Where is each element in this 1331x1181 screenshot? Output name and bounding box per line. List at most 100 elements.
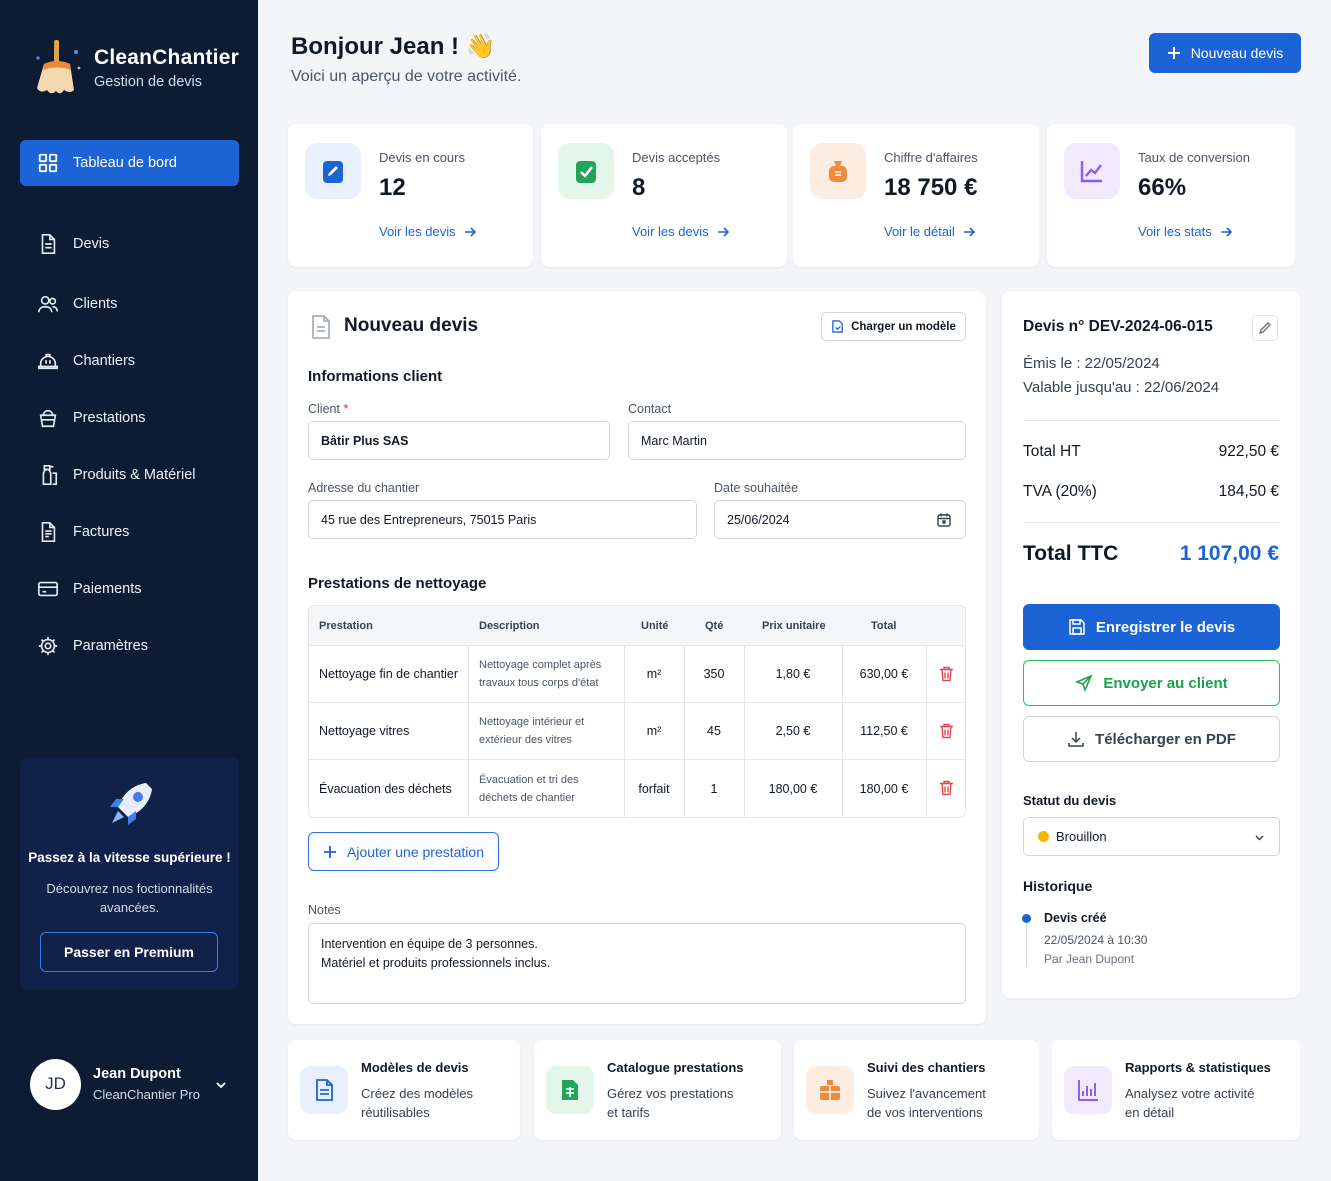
row-price[interactable]: 1,80 €: [744, 646, 842, 702]
feature-templates[interactable]: Modèles de devis Créez des modèles réutil…: [288, 1040, 520, 1140]
brand-name: CleanChantier: [94, 46, 239, 69]
notes-line: Matériel et produits professionnels incl…: [321, 956, 551, 970]
trash-icon[interactable]: [939, 723, 954, 739]
notes-textarea[interactable]: Intervention en équipe de 3 personnes. M…: [308, 923, 966, 1004]
calendar-icon[interactable]: [936, 512, 952, 528]
nav-factures[interactable]: Factures: [20, 512, 239, 552]
nav-chantiers[interactable]: Chantiers: [20, 341, 239, 381]
feature-reports[interactable]: Rapports & statistiques Analysez votre a…: [1052, 1040, 1300, 1140]
row-name[interactable]: Évacuation des déchets: [319, 760, 452, 817]
nav-dashboard[interactable]: Tableau de bord: [20, 140, 239, 186]
avatar: JD: [30, 1058, 81, 1110]
stat-link[interactable]: Voir les devis: [379, 224, 477, 239]
feature-description-line: de vos interventions: [867, 1105, 983, 1120]
brand[interactable]: CleanChantier Gestion de devis: [30, 38, 239, 98]
col-description: Description: [479, 620, 540, 632]
row-description[interactable]: Nettoyage intérieur et extérieur des vitr…: [479, 703, 584, 759]
services-table: Prestation Description Unité Qté Prix un…: [308, 605, 966, 818]
nav-clients[interactable]: Clients: [20, 284, 239, 324]
quote-number: Devis n° DEV-2024-06-015: [1023, 318, 1213, 335]
client-label: Client *: [308, 402, 348, 416]
table-row: Évacuation des déchets Évacuation et tri…: [309, 760, 965, 817]
status-select[interactable]: Brouillon: [1023, 817, 1280, 856]
row-qty[interactable]: 1: [684, 760, 744, 817]
user-menu[interactable]: JD Jean Dupont CleanChantier Pro: [30, 1058, 240, 1110]
send-to-client-button[interactable]: Envoyer au client: [1023, 660, 1280, 706]
row-name[interactable]: Nettoyage vitres: [319, 703, 409, 759]
download-icon: [1068, 732, 1084, 747]
download-pdf-button[interactable]: Télécharger en PDF: [1023, 716, 1280, 762]
spreadsheet-icon: [562, 1080, 578, 1100]
col-total: Total: [871, 620, 897, 632]
row-qty[interactable]: 350: [684, 646, 744, 702]
row-price[interactable]: 2,50 €: [744, 703, 842, 759]
feature-tracking[interactable]: Suivi des chantiers Suivez l'avancement d…: [794, 1040, 1039, 1140]
tva-value: 184,50 €: [1218, 483, 1279, 500]
go-premium-button[interactable]: Passer en Premium: [40, 932, 218, 972]
nav-prestations[interactable]: Prestations: [20, 398, 239, 438]
page-subtitle: Voici un aperçu de votre activité.: [291, 68, 522, 85]
document-icon: [312, 315, 330, 339]
nav-devis[interactable]: Devis: [20, 224, 239, 264]
notes-line: Intervention en équipe de 3 personnes.: [321, 937, 538, 951]
stat-link[interactable]: Voir les stats: [1138, 224, 1233, 239]
contact-input[interactable]: Marc Martin: [628, 421, 966, 460]
stat-card-pending: Devis en cours 12 Voir les devis: [288, 124, 533, 267]
history-label: Historique: [1023, 878, 1093, 894]
send-icon: [1075, 674, 1093, 692]
client-label-text: Client: [308, 402, 340, 416]
save-quote-button[interactable]: Enregistrer le devis: [1023, 604, 1280, 650]
row-description-line: Évacuation et tri des: [479, 773, 579, 786]
row-price[interactable]: 180,00 €: [744, 760, 842, 817]
stat-value: 12: [379, 174, 406, 201]
row-qty[interactable]: 45: [684, 703, 744, 759]
new-quote-button[interactable]: Nouveau devis: [1149, 33, 1301, 73]
trash-icon[interactable]: [939, 666, 954, 682]
row-name[interactable]: Nettoyage fin de chantier: [319, 646, 458, 702]
row-total: 180,00 €: [859, 781, 909, 796]
nav-parametres[interactable]: Paramètres: [20, 626, 239, 666]
date-label: Date souhaitée: [714, 481, 799, 495]
load-template-label: Charger un modèle: [851, 320, 956, 333]
row-description-line: Nettoyage intérieur et: [479, 716, 585, 728]
nav-paiements[interactable]: Paiements: [20, 569, 239, 609]
stat-icon-wrap: [810, 143, 866, 199]
date-value: 25/06/2024: [727, 512, 790, 527]
new-quote-form: Nouveau devis Charger un modèle Informat…: [288, 291, 986, 1024]
table-header: Prestation Description Unité Qté Prix un…: [309, 606, 965, 646]
promo-title: Passez à la vitesse supérieure !: [28, 850, 231, 865]
valid-until: Valable jusqu'au : 22/06/2024: [1023, 379, 1220, 396]
address-input[interactable]: 45 rue des Entrepreneurs, 75015 Paris: [308, 500, 697, 539]
row-description[interactable]: Évacuation et tri des déchets de chantier: [479, 760, 579, 817]
row-unit[interactable]: forfait: [624, 760, 684, 817]
client-input[interactable]: Bâtir Plus SAS: [308, 421, 610, 460]
document-icon: [41, 234, 56, 254]
history-date: 22/05/2024 à 10:30: [1044, 933, 1148, 947]
chevron-down-icon[interactable]: [214, 1078, 228, 1092]
feature-icon-wrap: [546, 1066, 594, 1114]
row-unit[interactable]: m²: [624, 703, 684, 759]
add-service-button[interactable]: Ajouter une prestation: [308, 832, 499, 871]
nav-prestations-label: Prestations: [73, 410, 146, 426]
site-box-icon: [820, 1080, 840, 1100]
download-pdf-label: Télécharger en PDF: [1095, 730, 1236, 748]
row-description[interactable]: Nettoyage complet après travaux tous corp…: [479, 646, 601, 702]
required-mark: *: [343, 402, 349, 416]
premium-promo: Passez à la vitesse supérieure ! Découvr…: [20, 757, 239, 989]
feature-icon-wrap: [300, 1066, 348, 1114]
stat-link[interactable]: Voir le détail: [884, 224, 976, 239]
row-unit[interactable]: m²: [624, 646, 684, 702]
stat-link[interactable]: Voir les devis: [632, 224, 730, 239]
row-total: 112,50 €: [860, 724, 908, 738]
feature-catalog[interactable]: Catalogue prestations Gérez vos prestati…: [534, 1040, 781, 1140]
sidebar: CleanChantier Gestion de devis Tableau d…: [0, 0, 258, 1181]
trash-icon[interactable]: [939, 780, 954, 796]
document-icon: [316, 1079, 333, 1101]
stat-label: Chiffre d'affaires: [884, 150, 978, 165]
stat-icon-wrap: [558, 143, 614, 199]
load-template-button[interactable]: Charger un modèle: [821, 312, 966, 341]
feature-description-line: Gérez vos prestations: [607, 1086, 734, 1101]
date-input[interactable]: 25/06/2024: [714, 500, 966, 539]
edit-button[interactable]: [1252, 315, 1278, 341]
nav-produits[interactable]: Produits & Matériel: [20, 455, 239, 495]
